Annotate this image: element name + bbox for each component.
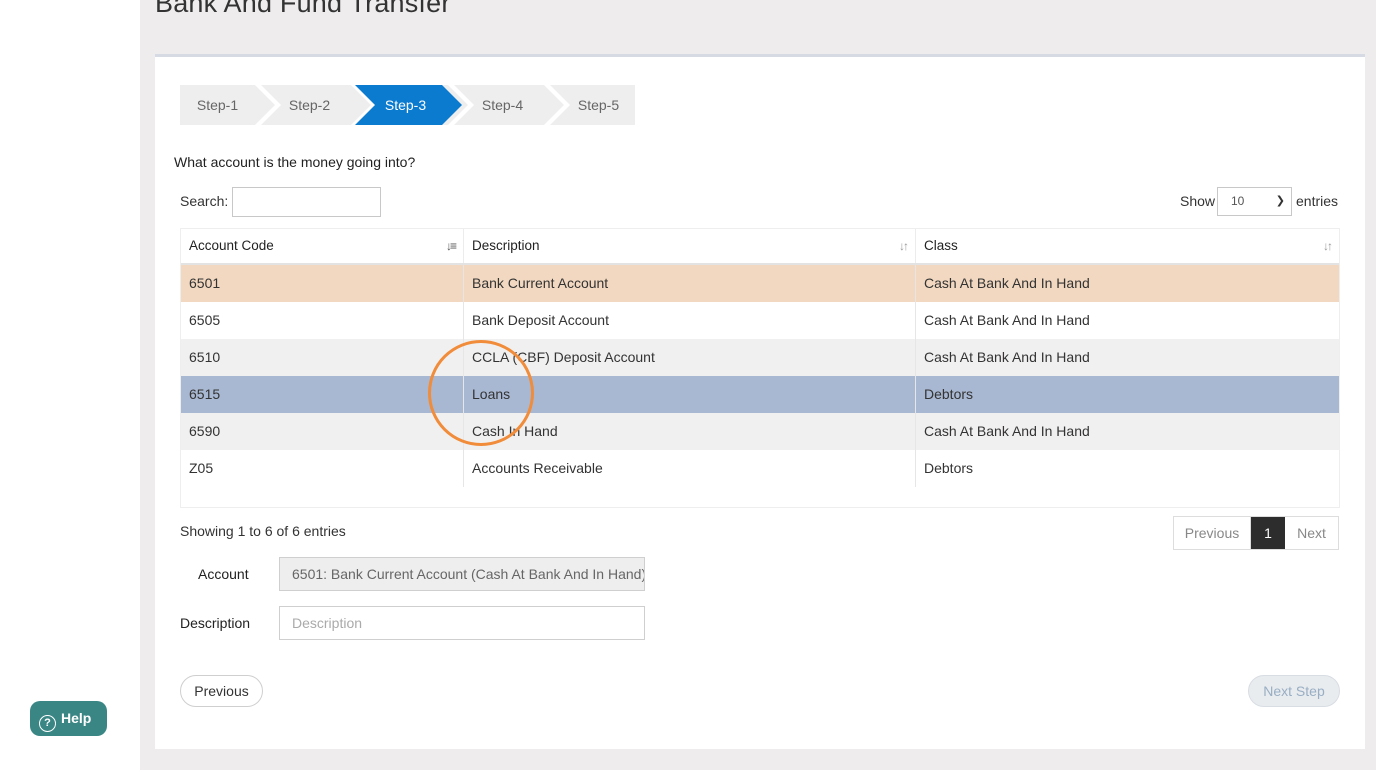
cell-account-code: 6590	[181, 413, 464, 450]
show-label: Show	[1180, 193, 1216, 209]
cell-class: Cash At Bank And In Hand	[924, 349, 1090, 365]
entries-label: entries	[1296, 193, 1339, 209]
account-label: Account	[198, 566, 249, 582]
column-header-label: Class	[924, 238, 958, 253]
cell-description: Bank Deposit Account	[464, 302, 916, 339]
transfer-card: Step-1 Step-2 Step-3 Step-4 Step-5 What …	[155, 54, 1365, 749]
column-header-description[interactable]: Description ↓↑	[464, 229, 916, 263]
accounts-table: Account Code ↓≡ Description ↓↑ Class ↓↑ …	[180, 228, 1340, 508]
help-button[interactable]: ? Help	[30, 701, 107, 736]
sort-icon: ↓↑	[1323, 239, 1333, 253]
cell-account-code: 6501	[181, 265, 464, 302]
cell-class: Cash At Bank And In Hand	[924, 423, 1090, 439]
pagination-next[interactable]: Next	[1285, 517, 1338, 549]
column-header-label: Account Code	[189, 238, 274, 253]
page-size-value: 10	[1231, 194, 1245, 208]
table-row[interactable]: Z05 Accounts Receivable Debtors	[181, 450, 1339, 487]
table-info: Showing 1 to 6 of 6 entries	[180, 523, 346, 539]
previous-button[interactable]: Previous	[180, 675, 263, 707]
step-3[interactable]: Step-3	[368, 85, 443, 125]
pagination-page[interactable]: 1	[1251, 517, 1285, 549]
cell-description: Accounts Receivable	[464, 450, 916, 487]
pagination-previous[interactable]: Previous	[1174, 517, 1251, 549]
chevron-down-icon: ❯	[1275, 195, 1285, 207]
table-row[interactable]: 6515 Loans Debtors	[181, 376, 1339, 413]
cell-class: Cash At Bank And In Hand	[924, 312, 1090, 328]
description-input[interactable]: Description	[279, 606, 645, 640]
table-row[interactable]: 6505 Bank Deposit Account Cash At Bank And…	[181, 302, 1339, 339]
sort-icon: ↓↑	[899, 239, 909, 253]
column-header-class[interactable]: Class ↓↑	[916, 229, 1339, 263]
cell-class: Cash At Bank And In Hand	[924, 275, 1090, 291]
sort-ascending-icon: ↓≡	[445, 239, 457, 253]
next-step-button[interactable]: Next Step	[1248, 675, 1340, 707]
table-header: Account Code ↓≡ Description ↓↑ Class ↓↑	[181, 229, 1339, 265]
cell-description: Bank Current Account	[464, 265, 916, 302]
pagination: Previous 1 Next	[1173, 516, 1339, 550]
account-field: 6501: Bank Current Account (Cash At Bank…	[279, 557, 645, 591]
search-label: Search:	[180, 193, 229, 209]
help-label: Help	[61, 710, 92, 726]
cell-class: Debtors	[924, 386, 974, 402]
page-size-select[interactable]: 10 ❯	[1217, 187, 1292, 216]
description-label: Description	[180, 615, 251, 631]
cell-account-code: Z05	[181, 450, 464, 487]
cell-account-code: 6505	[181, 302, 464, 339]
column-header-account-code[interactable]: Account Code ↓≡	[181, 229, 464, 263]
question-mark-icon: ?	[39, 715, 56, 732]
cell-description: CCLA (CBF) Deposit Account	[464, 339, 916, 376]
page-title: Bank And Fund Transfer	[155, 0, 451, 18]
step-5[interactable]: Step-5	[561, 85, 636, 125]
search-input[interactable]	[232, 187, 381, 217]
table-row[interactable]: 6590 Cash In Hand Cash At Bank And In Hand	[181, 413, 1339, 450]
step-1[interactable]: Step-1	[180, 85, 255, 125]
cell-account-code: 6510	[181, 339, 464, 376]
cell-account-code: 6515	[181, 376, 464, 413]
table-row[interactable]: 6510 CCLA (CBF) Deposit Account Cash At Ba…	[181, 339, 1339, 376]
column-header-label: Description	[472, 238, 540, 253]
table-row[interactable]: 6501 Bank Current Account Cash At Bank And…	[181, 265, 1339, 302]
question-text: What account is the money going into?	[174, 154, 416, 170]
cell-class: Debtors	[924, 460, 974, 476]
step-2[interactable]: Step-2	[272, 85, 347, 125]
cell-description: Loans	[464, 376, 916, 413]
step-wizard: Step-1 Step-2 Step-3 Step-4 Step-5	[180, 85, 635, 125]
cell-description: Cash In Hand	[464, 413, 916, 450]
step-4[interactable]: Step-4	[465, 85, 540, 125]
